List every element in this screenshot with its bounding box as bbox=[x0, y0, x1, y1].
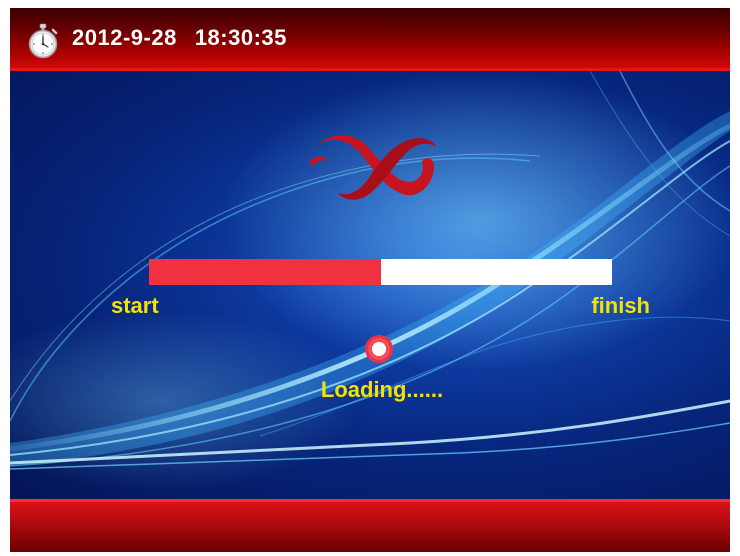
time-text: 18:30:35 bbox=[194, 25, 287, 50]
loading-dot-icon bbox=[365, 335, 393, 363]
start-label: start bbox=[111, 293, 159, 318]
brand-logo-icon bbox=[310, 135, 436, 200]
footer-bar bbox=[10, 499, 730, 552]
device-screen: 2012-9-28 18:30:35 start finish Loading.… bbox=[10, 8, 730, 552]
progress-fill bbox=[149, 259, 381, 285]
datetime-display: 2012-9-28 18:30:35 bbox=[72, 24, 287, 52]
progress-bar bbox=[149, 259, 612, 285]
loading-status-text: Loading...... bbox=[320, 377, 444, 402]
finish-label: finish bbox=[591, 293, 650, 318]
stopwatch-icon bbox=[28, 23, 58, 59]
loading-panel: start finish Loading...... bbox=[10, 71, 730, 499]
header-bar: 2012-9-28 18:30:35 bbox=[10, 8, 730, 71]
date-text: 2012-9-28 bbox=[72, 25, 177, 50]
